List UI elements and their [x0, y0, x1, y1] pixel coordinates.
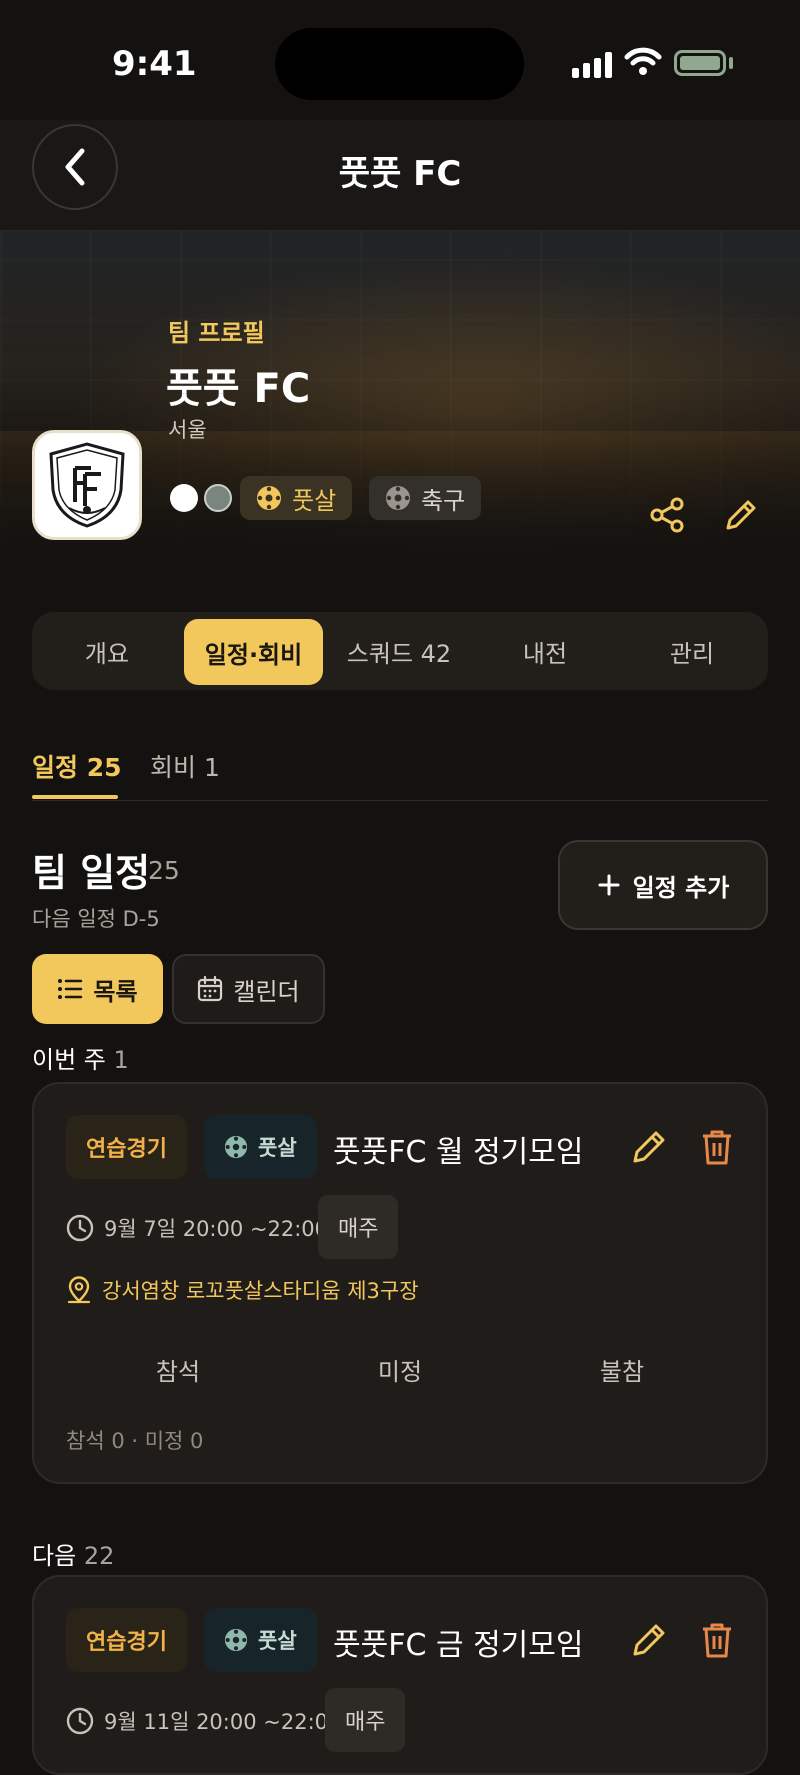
subtab-label: 일정 — [32, 753, 79, 782]
page-title: 풋풋 FC — [338, 154, 462, 194]
status-time: 9:41 — [112, 44, 197, 84]
group-name: 이번 주 — [32, 1046, 106, 1074]
edit-team-pencil-icon[interactable] — [722, 496, 760, 534]
view-calendar-button[interactable]: 캘린더 — [172, 954, 325, 1024]
event-repeat-badge: 매주 — [318, 1195, 399, 1259]
battery-icon — [674, 50, 726, 76]
team-crest-icon — [49, 442, 125, 528]
event-location: 강서염창 로꼬풋살스타디움 제3구장 — [102, 1279, 419, 1303]
event-time-row: 9월 7일 20:00 ~22:00 — [66, 1213, 328, 1243]
delete-event-trash-icon[interactable] — [700, 1621, 734, 1659]
edit-event-pencil-icon[interactable] — [630, 1621, 668, 1659]
view-list-button[interactable]: 목록 — [32, 954, 163, 1024]
dynamic-island — [275, 28, 524, 100]
event-location-row[interactable]: 강서염창 로꼬풋살스타디움 제3구장 — [66, 1275, 419, 1305]
team-logo — [32, 430, 142, 540]
event-repeat-badge: 매주 — [325, 1688, 406, 1752]
tab-squad[interactable]: 스쿼드 42 — [332, 612, 466, 690]
subtab-count: 1 — [203, 753, 220, 782]
tab-overview[interactable]: 개요 — [40, 612, 174, 690]
event-time: 9월 7일 20:00 ~22:00 — [104, 1217, 329, 1241]
view-calendar-label: 캘린더 — [233, 977, 300, 1006]
attend-yes-button[interactable]: 참석 — [78, 1352, 278, 1387]
schedule-count: 25 — [148, 856, 180, 885]
event-time-row: 9월 11일 20:00 ~22:00 — [66, 1706, 341, 1736]
profile-eyebrow: 팀 프로필 — [168, 319, 265, 347]
event-sport-badge: 풋살 — [204, 1115, 317, 1179]
subtab-divider — [32, 800, 768, 801]
group-name: 다음 — [32, 1542, 77, 1570]
subtab-schedule[interactable]: 일정 25 — [32, 748, 122, 784]
event-title: 풋풋FC 월 정기모임 — [333, 1135, 584, 1170]
event-time: 9월 11일 20:00 ~22:00 — [104, 1710, 342, 1734]
tab-internal-match[interactable]: 내전 — [478, 612, 612, 690]
subtab-label: 회비 — [150, 753, 197, 782]
plus-icon — [598, 874, 620, 896]
map-pin-icon — [67, 1276, 91, 1304]
calendar-icon — [198, 976, 223, 1002]
sport-chip-label: 풋살 — [292, 486, 337, 515]
battery-tip — [729, 57, 733, 69]
list-icon — [58, 979, 83, 999]
delete-event-trash-icon[interactable] — [700, 1128, 734, 1166]
tab-schedule-fees[interactable]: 일정·회비 — [184, 619, 323, 685]
home-uniform-color — [170, 484, 198, 512]
group-count: 22 — [83, 1542, 115, 1570]
attend-undecided-button[interactable]: 미정 — [300, 1352, 500, 1387]
add-schedule-button[interactable]: 일정 추가 — [558, 840, 768, 930]
event-title: 풋풋FC 금 정기모임 — [333, 1628, 584, 1663]
group-label-this-week: 이번 주 1 — [32, 1040, 129, 1075]
wifi-icon — [624, 47, 662, 75]
event-type-badge: 연습경기 — [66, 1115, 187, 1179]
subtab-fees[interactable]: 회비 1 — [150, 748, 220, 784]
event-sport-badge: 풋살 — [204, 1608, 317, 1672]
futsal-ball-icon — [224, 1135, 248, 1159]
clock-icon — [66, 1707, 94, 1735]
sport-chip-label: 축구 — [421, 486, 466, 515]
sport-chip-futsal[interactable]: 풋살 — [240, 476, 353, 520]
soccer-ball-icon — [386, 486, 410, 510]
cellular-signal-icon — [572, 50, 614, 78]
group-count: 1 — [113, 1046, 129, 1074]
event-sport-label: 풋살 — [258, 1136, 297, 1160]
futsal-ball-icon — [224, 1628, 248, 1652]
subtab-count: 25 — [86, 753, 122, 782]
team-city: 서울 — [168, 418, 207, 442]
add-schedule-label: 일정 추가 — [632, 873, 730, 902]
event-sport-label: 풋살 — [258, 1629, 297, 1653]
edit-event-pencil-icon[interactable] — [630, 1128, 668, 1166]
tab-manage[interactable]: 관리 — [625, 612, 759, 690]
share-icon[interactable] — [648, 496, 686, 534]
group-label-next: 다음 22 — [32, 1536, 114, 1571]
attendance-summary: 참석 0 · 미정 0 — [66, 1429, 204, 1453]
away-uniform-color — [204, 484, 232, 512]
attend-no-button[interactable]: 불참 — [522, 1352, 722, 1387]
team-name: 풋풋 FC — [166, 366, 311, 412]
schedule-section-title: 팀 일정 — [32, 851, 151, 895]
subtab-active-indicator — [32, 795, 118, 799]
sport-chip-soccer[interactable]: 축구 — [369, 476, 482, 520]
futsal-ball-icon — [257, 486, 281, 510]
event-type-badge: 연습경기 — [66, 1608, 187, 1672]
clock-icon — [66, 1214, 94, 1242]
next-schedule-dday: 다음 일정 D-5 — [32, 907, 160, 931]
view-list-label: 목록 — [93, 977, 138, 1006]
